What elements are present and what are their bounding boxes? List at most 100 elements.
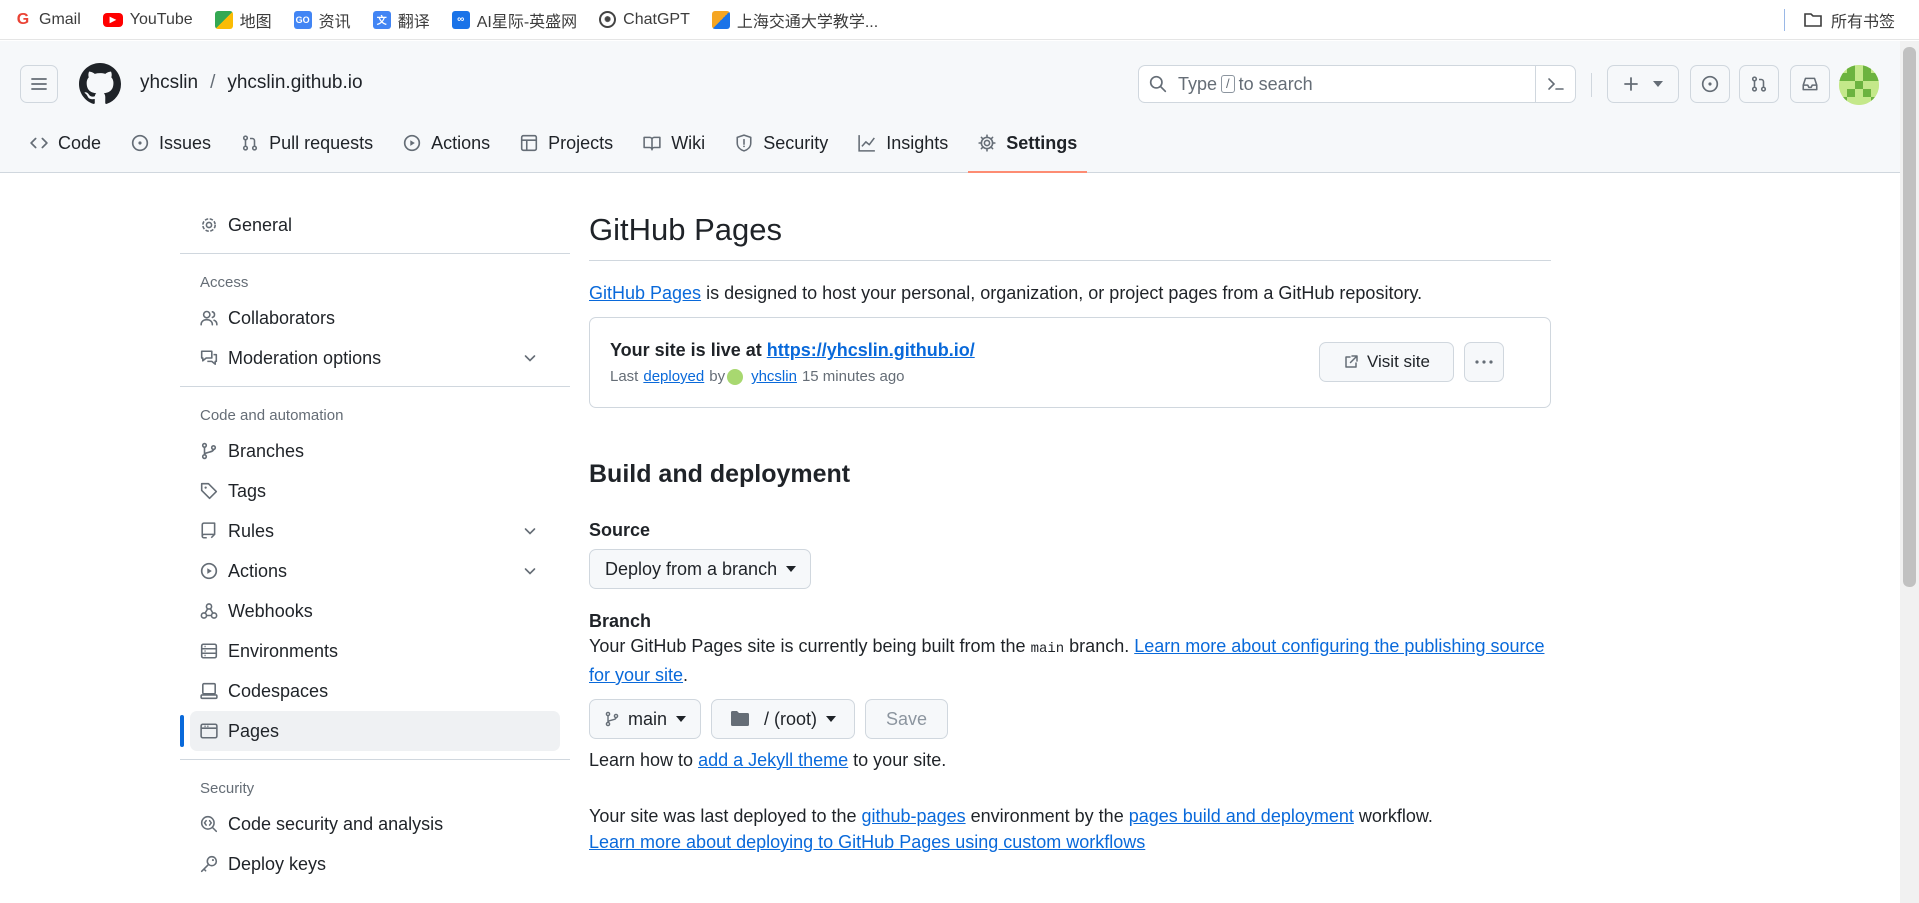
tab-pull-requests[interactable]: Pull requests (231, 127, 383, 159)
deploy-meta: Last deployed by yhcslin 15 minutes ago (610, 368, 905, 385)
sidebar-item-rules[interactable]: Rules (180, 511, 570, 551)
bookmark-news[interactable]: GO 资讯 (293, 8, 351, 32)
custom-workflows-link[interactable]: Learn more about deploying to GitHub Pag… (589, 832, 1145, 852)
bookmark-ai[interactable]: ∞ AI星际-英盛网 (451, 8, 577, 32)
search-prefix: Type (1178, 73, 1218, 94)
sidebar-item-tags[interactable]: Tags (180, 471, 570, 511)
tab-code[interactable]: Code (20, 127, 111, 159)
page-scrollbar[interactable] (1900, 41, 1919, 903)
breadcrumb: yhcslin / yhcslin.github.io (140, 72, 363, 94)
deployed-link[interactable]: deployed (643, 368, 704, 385)
branch-select[interactable]: main (589, 699, 702, 739)
repo-push-icon (201, 522, 216, 539)
youtube-icon: ▶ (102, 12, 123, 27)
save-button[interactable]: Save (865, 699, 949, 739)
link-external-icon (1345, 355, 1358, 368)
sidebar-item-actions[interactable]: Actions (180, 551, 570, 591)
branch-label: Branch (589, 611, 652, 631)
bookmark-sjtu[interactable]: 上海交通大学教学... (711, 8, 878, 32)
deployer-user-link[interactable]: yhcslin (751, 368, 797, 385)
maps-icon (214, 10, 233, 29)
sidebar-item-webhooks[interactable]: Webhooks (180, 591, 570, 631)
user-avatar (727, 368, 744, 385)
avatar[interactable] (1839, 65, 1879, 105)
site-live-title: Your site is live at https://yhcslin.git… (610, 340, 975, 360)
global-menu-button[interactable] (20, 65, 58, 103)
sidebar-item-pages[interactable]: Pages (180, 711, 560, 751)
kebab-horizontal-icon (1475, 360, 1493, 364)
sidebar-item-environments[interactable]: Environments (180, 631, 570, 671)
site-url-link[interactable]: https://yhcslin.github.io/ (767, 340, 975, 360)
sidebar-item-moderation-options[interactable]: Moderation options (180, 338, 570, 378)
graph-icon (858, 135, 876, 152)
jekyll-theme-link[interactable]: add a Jekyll theme (698, 750, 848, 770)
tab-insights[interactable]: Insights (848, 127, 958, 159)
git-branch-icon (605, 711, 619, 727)
browser-icon (200, 723, 218, 739)
scrollbar-thumb[interactable] (1903, 47, 1916, 587)
comment-discussion-icon (200, 350, 218, 365)
visit-site-button[interactable]: Visit site (1319, 342, 1454, 382)
issue-icon (131, 134, 149, 152)
command-palette-button[interactable] (1535, 66, 1575, 102)
tab-security[interactable]: Security (725, 127, 838, 159)
tab-actions[interactable]: Actions (393, 127, 500, 159)
sidebar-item-codespaces[interactable]: Codespaces (180, 671, 570, 711)
more-options-button[interactable] (1464, 342, 1504, 382)
tab-projects[interactable]: Projects (510, 127, 623, 159)
plus-icon (1624, 77, 1638, 91)
repo-tabs: Code Issues Pull requests Actions Projec… (0, 127, 1097, 173)
play-icon (200, 562, 218, 580)
repo-owner-link[interactable]: yhcslin (140, 72, 198, 94)
bookmark-maps[interactable]: 地图 (214, 8, 272, 32)
pull-requests-button[interactable] (1739, 65, 1779, 103)
sidebar-divider (180, 253, 570, 254)
bookmarks-bar: G Gmail ▶ YouTube 地图 GO 资讯 文 翻译 ∞ AI星际-英… (0, 0, 1919, 40)
search-input[interactable]: Type / to search (1138, 65, 1576, 103)
bookmark-youtube[interactable]: ▶ YouTube (102, 11, 193, 29)
webhook-icon (200, 603, 218, 619)
shield-icon (736, 134, 752, 152)
sidebar-item-deploy-keys[interactable]: Deploy keys (180, 844, 570, 884)
gmail-icon: G (16, 10, 30, 28)
all-bookmarks[interactable]: 所有书签 (1783, 0, 1895, 40)
tab-settings[interactable]: Settings (968, 127, 1088, 173)
sidebar-item-code-security[interactable]: Code security and analysis (180, 804, 570, 844)
repo-name-link[interactable]: yhcslin.github.io (227, 72, 362, 94)
sidebar-heading-security: Security (200, 779, 255, 797)
caret-down-icon (786, 566, 797, 572)
folder-select[interactable]: / (root) (711, 699, 856, 739)
create-new-button[interactable] (1607, 65, 1679, 103)
github-logo-icon[interactable] (79, 63, 121, 105)
tab-issues[interactable]: Issues (121, 127, 221, 159)
bookmark-gmail[interactable]: G Gmail (14, 11, 81, 29)
issues-button[interactable] (1690, 65, 1730, 103)
tab-wiki[interactable]: Wiki (633, 127, 715, 159)
gear-icon (978, 134, 996, 152)
terminal-icon (1547, 78, 1564, 90)
environment-link[interactable]: github-pages (862, 806, 966, 826)
github-pages-link[interactable]: GitHub Pages (589, 283, 701, 303)
ai-icon: ∞ (451, 10, 470, 29)
build-deployment-heading: Build and deployment (589, 460, 851, 488)
source-select[interactable]: Deploy from a branch (589, 549, 812, 589)
sidebar-heading-code-and-automation: Code and automation (200, 406, 344, 424)
custom-workflows-text: Learn more about deploying to GitHub Pag… (589, 829, 1551, 855)
bookmark-chatgpt[interactable]: ✺ ChatGPT (599, 11, 690, 29)
pull-request-icon (1751, 76, 1767, 92)
chevron-down-icon (1653, 81, 1663, 87)
key-icon (200, 855, 218, 873)
inbox-button[interactable] (1790, 65, 1830, 103)
gear-icon (202, 218, 216, 232)
sidebar-item-general[interactable]: General (180, 205, 570, 245)
table-icon (521, 134, 538, 152)
people-icon (200, 310, 218, 326)
inbox-icon (1802, 77, 1818, 91)
sidebar-item-collaborators[interactable]: Collaborators (180, 298, 570, 338)
settings-sidebar: General Access Collaborators Moderation … (180, 205, 570, 884)
sidebar-item-branches[interactable]: Branches (180, 431, 570, 471)
workflow-link[interactable]: pages build and deployment (1129, 806, 1354, 826)
breadcrumb-separator: / (210, 72, 216, 93)
codescan-icon (200, 815, 218, 833)
bookmark-translate[interactable]: 文 翻译 (372, 8, 430, 32)
